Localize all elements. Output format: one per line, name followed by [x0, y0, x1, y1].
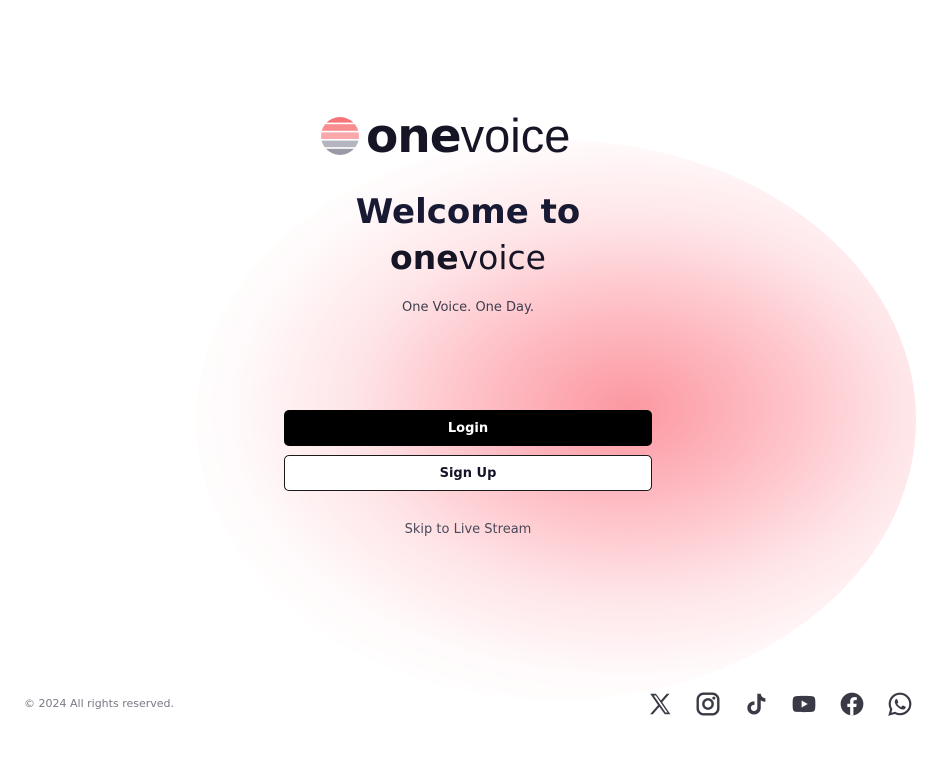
brand-heading-light: voice [458, 238, 546, 277]
social-link-instagram[interactable] [684, 680, 732, 728]
social-link-whatsapp[interactable] [876, 680, 924, 728]
brand-logo: onevoice [320, 108, 620, 164]
copyright-text: © 2024 All rights reserved. [24, 697, 175, 710]
tiktok-icon [747, 693, 766, 715]
social-link-tiktok[interactable] [732, 680, 780, 728]
social-link-youtube[interactable] [780, 680, 828, 728]
tagline: One Voice. One Day. [401, 300, 534, 315]
logo-word-bold: one [366, 108, 462, 164]
brand-heading: onevoice [268, 235, 668, 280]
facebook-icon [840, 692, 864, 716]
youtube-icon [792, 695, 816, 713]
instagram-icon [696, 692, 720, 716]
skip-to-live-stream-link[interactable]: Skip to Live Stream [368, 520, 568, 540]
x-icon [650, 693, 671, 715]
login-button[interactable]: Login [284, 410, 652, 446]
signup-button[interactable]: Sign Up [284, 455, 652, 491]
social-links [636, 680, 924, 728]
social-link-facebook[interactable] [828, 680, 876, 728]
social-link-x[interactable] [636, 680, 684, 728]
logo-mark-icon [321, 117, 359, 155]
welcome-heading: Welcome to [355, 192, 581, 232]
welcome-page: onevoice Welcome to onevoice One Voice. … [0, 0, 936, 760]
logo-word-light: voice [460, 108, 571, 162]
brand-heading-bold: one [390, 238, 459, 277]
logo-wordmark: onevoice [366, 108, 571, 164]
whatsapp-icon [888, 692, 912, 716]
